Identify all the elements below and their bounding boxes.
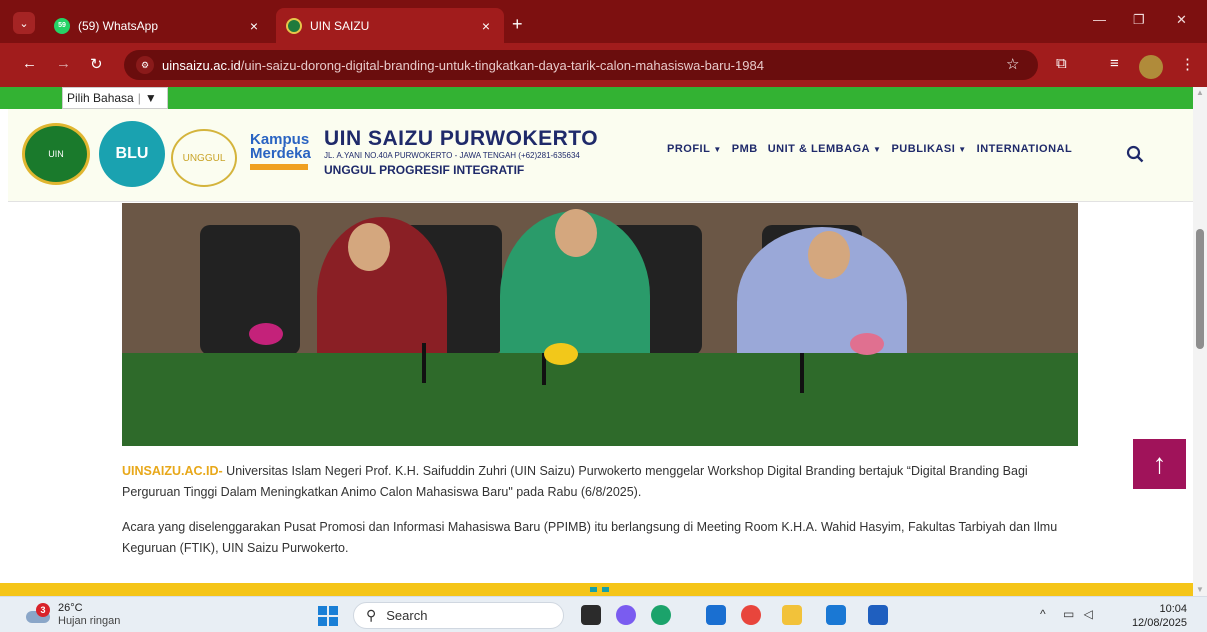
site-address: JL. A.YANI NO.40A PURWOKERTO - JAWA TENG…	[324, 151, 580, 160]
close-window-button[interactable]: ✕	[1176, 12, 1187, 28]
scrollbar-thumb[interactable]	[1196, 229, 1204, 349]
footer-bar	[0, 583, 1193, 596]
taskbar-search[interactable]: ⚲ Search	[353, 602, 564, 629]
restore-button[interactable]: ❐	[1133, 12, 1145, 28]
system-tray: ^ ▭ ◁	[1040, 607, 1093, 621]
weather-rain-icon: 3	[24, 603, 52, 625]
search-icon: ⚲	[366, 607, 377, 623]
tab-title: (59) WhatsApp	[78, 18, 159, 33]
browser-toolbar: ← → ↻ ⚙ uinsaizu.ac.id/uin-saizu-dorong-…	[0, 43, 1207, 87]
nav-item-international[interactable]: INTERNATIONAL	[977, 143, 1073, 155]
url-path: /uin-saizu-dorong-digital-branding-untuk…	[240, 57, 764, 73]
screen: ⌄ 59 (59) WhatsApp × UIN SAIZU × + — ❐ ✕…	[0, 0, 1207, 632]
tab-uin-saizu[interactable]: UIN SAIZU ×	[276, 8, 504, 43]
windows-start-icon[interactable]	[318, 606, 338, 626]
nav-item-pmb[interactable]: PMB	[732, 143, 758, 155]
scroll-to-top-button[interactable]: ↑	[1133, 439, 1186, 489]
unggul-logo: UNGGUL	[171, 129, 237, 187]
search-icon[interactable]	[1126, 145, 1144, 163]
reading-list-icon[interactable]: ≡	[1110, 55, 1119, 72]
clock-time: 10:04	[1159, 603, 1187, 615]
tab-close-icon[interactable]: ×	[478, 18, 494, 34]
article-paragraph-2: Acara yang diselenggarakan Pusat Promosi…	[122, 520, 1058, 555]
volume-icon[interactable]: ◁	[1084, 607, 1093, 621]
caret-down-icon: ▼	[713, 145, 722, 154]
caret-down-icon: ▼	[958, 145, 967, 154]
folder-icon[interactable]	[782, 605, 802, 625]
reload-icon[interactable]: ↻	[90, 55, 103, 73]
article-photo	[122, 203, 1078, 446]
tab-search-button[interactable]: ⌄	[13, 12, 35, 34]
bookmark-star-icon[interactable]: ☆	[1006, 55, 1019, 73]
url-domain: uinsaizu.ac.id	[162, 57, 241, 73]
chrome-icon[interactable]	[741, 605, 761, 625]
blu-logo: BLU	[99, 121, 165, 187]
copilot-icon[interactable]	[616, 605, 636, 625]
profile-avatar[interactable]	[1139, 55, 1163, 79]
site-info-icon[interactable]: ⚙	[136, 56, 154, 74]
chevron-down-icon: ▼	[144, 91, 157, 105]
chevron-up-icon[interactable]: ^	[1040, 607, 1046, 621]
edge-icon[interactable]	[651, 605, 671, 625]
web-page: Pilih Bahasa | ▼ UIN BLU UNGGUL Kampus M…	[0, 87, 1193, 581]
extensions-icon[interactable]: ⧉	[1056, 55, 1067, 72]
tab-title: UIN SAIZU	[310, 18, 370, 33]
caret-down-icon: ▼	[873, 145, 882, 154]
page-scrollbar[interactable]: ▲ ▼	[1193, 87, 1207, 596]
store-icon[interactable]	[706, 605, 726, 625]
nav-item-unit-lembaga[interactable]: UNIT & LEMBAGA ▼	[768, 143, 882, 155]
language-select-label: Pilih Bahasa	[67, 91, 134, 105]
nav-item-profil[interactable]: PROFIL ▼	[667, 143, 722, 155]
article-paragraph-1: UINSAIZU.AC.ID- Universitas Islam Negeri…	[122, 461, 1078, 503]
kampus-merdeka-text: Kampus Merdeka	[250, 131, 311, 162]
windows-taskbar: 3 26°C Hujan ringan ⚲ Search ^ ▭ ◁ 10:04	[0, 596, 1207, 632]
network-icon[interactable]: ▭	[1063, 607, 1074, 621]
new-tab-button[interactable]: +	[512, 14, 523, 35]
forward-icon[interactable]: →	[56, 55, 71, 72]
tab-whatsapp[interactable]: 59 (59) WhatsApp ×	[44, 8, 272, 43]
minimize-button[interactable]: —	[1093, 12, 1106, 27]
language-bar: Pilih Bahasa | ▼	[0, 87, 1193, 109]
whatsapp-icon: 59	[54, 17, 70, 34]
outlook-icon[interactable]	[826, 605, 846, 625]
address-bar[interactable]: ⚙ uinsaizu.ac.id/uin-saizu-dorong-digita…	[124, 50, 1038, 80]
weather-condition: Hujan ringan	[58, 615, 121, 627]
site-tagline: UNGGUL PROGRESIF INTEGRATIF	[324, 163, 525, 177]
weather-alert-badge: 3	[36, 603, 50, 617]
article-text-1: Universitas Islam Negeri Prof. K.H. Saif…	[122, 464, 1028, 499]
tab-strip: ⌄ 59 (59) WhatsApp × UIN SAIZU × + — ❐ ✕	[0, 0, 1207, 43]
file-explorer-icon[interactable]	[581, 605, 601, 625]
article-source[interactable]: UINSAIZU.AC.ID-	[122, 464, 223, 478]
weather-temp: 26°C	[58, 602, 83, 614]
uin-logo[interactable]: UIN	[22, 123, 90, 185]
scroll-up-icon[interactable]: ▲	[1196, 88, 1204, 97]
clock-date: 12/08/2025	[1131, 617, 1187, 629]
site-name[interactable]: UIN SAIZU PURWOKERTO	[324, 127, 598, 151]
nav-item-publikasi[interactable]: PUBLIKASI ▼	[891, 143, 966, 155]
taskbar-search-label: Search	[386, 608, 428, 623]
tab-close-icon[interactable]: ×	[246, 18, 262, 34]
kampus-merdeka-logo: Kampus Merdeka	[250, 131, 315, 177]
uin-saizu-icon	[286, 17, 302, 34]
word-icon[interactable]	[868, 605, 888, 625]
taskbar-clock[interactable]: 10:04 12/08/2025	[1125, 602, 1187, 630]
menu-kebab-icon[interactable]: ⋮	[1180, 55, 1195, 73]
main-nav: PROFIL ▼ PMB UNIT & LEMBAGA ▼ PUBLIKASI ▼ I…	[667, 143, 1072, 155]
back-icon[interactable]: ←	[22, 55, 37, 72]
language-select[interactable]: Pilih Bahasa | ▼	[62, 87, 168, 109]
scroll-down-icon[interactable]: ▼	[1196, 585, 1204, 594]
arrow-up-icon: ↑	[1152, 448, 1167, 479]
site-header: UIN BLU UNGGUL Kampus Merdeka UIN SAIZU …	[8, 109, 1193, 202]
weather-widget[interactable]: 3 26°C Hujan ringan	[24, 602, 120, 628]
